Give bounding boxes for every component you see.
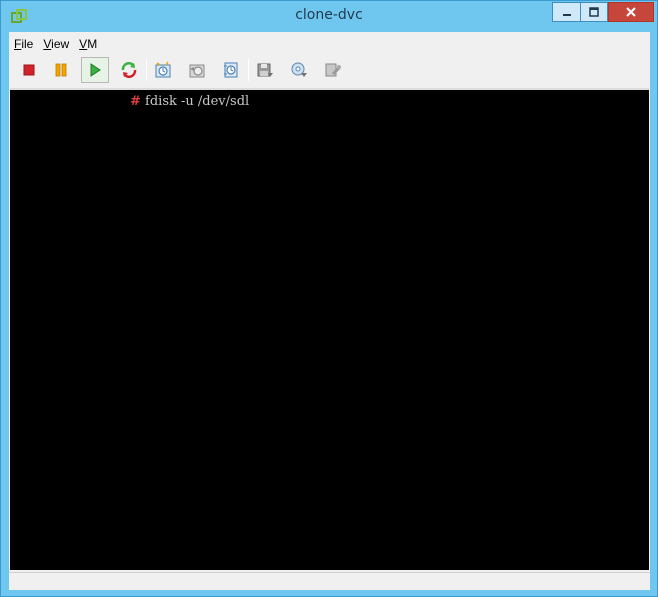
floppy-button[interactable]: [251, 57, 279, 83]
minimize-button[interactable]: [552, 2, 580, 22]
snapshot-manager-icon: [224, 62, 238, 78]
menu-vm-label: M: [87, 37, 98, 51]
vm-console-window: clone-dvc File View VM # fdisk -u /dev/s…: [0, 0, 658, 597]
snapshot-manager-button[interactable]: [217, 57, 245, 83]
status-bar: [9, 572, 650, 590]
terminal-command: fdisk -u /dev/sdl: [140, 94, 250, 109]
menu-view-label: iew: [51, 37, 70, 51]
floppy-icon: [257, 63, 273, 77]
client-area: File View VM # fdisk -u /dev/sdl: [9, 32, 650, 590]
vm-console-screen[interactable]: # fdisk -u /dev/sdl: [10, 88, 649, 570]
vm-settings-icon: [325, 63, 341, 77]
shell-prompt: #: [130, 94, 141, 109]
toolbar: [9, 56, 650, 84]
menu-vm[interactable]: VM: [74, 34, 102, 54]
menu-view[interactable]: View: [38, 34, 74, 54]
revert-snapshot-icon: [189, 64, 205, 78]
menu-file[interactable]: File: [9, 34, 38, 54]
power-off-button[interactable]: [15, 57, 43, 83]
revert-snapshot-button[interactable]: [183, 57, 211, 83]
close-icon: [626, 7, 636, 17]
maximize-icon: [589, 7, 599, 17]
power-on-button[interactable]: [81, 57, 109, 83]
reset-icon: [121, 62, 137, 78]
pause-icon: [55, 63, 67, 77]
suspend-button[interactable]: [47, 57, 75, 83]
play-icon: [90, 63, 101, 77]
cd-dvd-button[interactable]: [285, 57, 313, 83]
menu-vm-mnemonic: V: [79, 37, 88, 51]
terminal-line: # fdisk -u /dev/sdl: [130, 94, 249, 109]
menu-file-label: ile: [21, 37, 34, 51]
snapshot-icon: [155, 61, 171, 78]
maximize-button[interactable]: [580, 2, 608, 22]
cd-icon: [291, 62, 307, 77]
stop-icon: [23, 64, 35, 76]
take-snapshot-button[interactable]: [149, 57, 177, 83]
vm-settings-button[interactable]: [319, 57, 347, 83]
minimize-icon: [562, 14, 571, 16]
reset-button[interactable]: [115, 57, 143, 83]
close-button[interactable]: [608, 2, 654, 22]
title-bar[interactable]: clone-dvc: [1, 1, 657, 31]
menu-bar: File View VM: [9, 34, 102, 54]
menu-view-mnemonic: V: [43, 37, 52, 51]
